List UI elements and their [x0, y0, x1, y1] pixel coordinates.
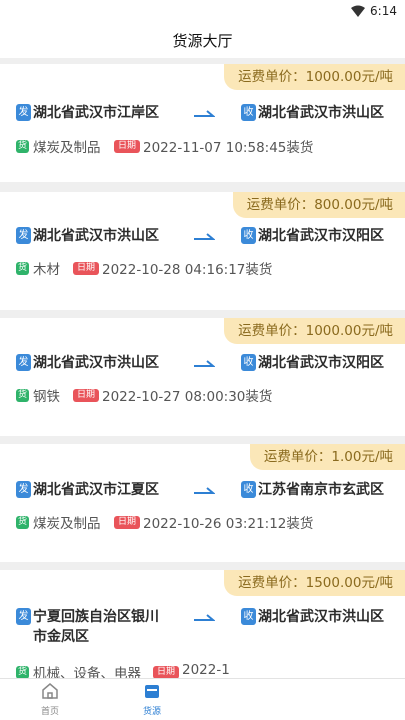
tab-home[interactable]: 首页: [20, 683, 80, 717]
price-badge: 运费单价：1.00元/吨: [249, 444, 405, 470]
goods-tag: 货: [16, 516, 29, 529]
to-tag: 收: [241, 227, 256, 244]
date-tag: 日期: [73, 389, 99, 402]
from-tag: 发: [16, 608, 31, 625]
cargo-card[interactable]: 运费单价：1500.00元/吨 发 宁夏回族自治区银川 市金凤区 收 湖北省武汉…: [0, 570, 405, 678]
date-tag: 日期: [114, 516, 140, 529]
origin-address: 宁夏回族自治区银川: [33, 609, 159, 625]
from-tag: 发: [16, 481, 31, 498]
price-badge: 运费单价：1000.00元/吨: [224, 318, 405, 344]
to-tag: 收: [241, 608, 256, 625]
destination-address: 湖北省武汉市汉阳区: [258, 228, 384, 244]
origin-address: 湖北省武汉市江夏区: [33, 482, 159, 498]
goods-tag: 货: [16, 262, 29, 275]
date-tag: 日期: [153, 666, 179, 678]
origin-address: 湖北省武汉市江岸区: [33, 105, 159, 121]
goods-type: 钢铁: [33, 389, 60, 405]
to-tag: 收: [241, 354, 256, 371]
origin-address: 湖北省武汉市洪山区: [33, 355, 159, 371]
cargo-card[interactable]: 运费单价：1000.00元/吨 发 湖北省武汉市洪山区 收 湖北省武汉市汉阳区 …: [0, 318, 405, 436]
goods-type: 机械、设备、电器: [33, 666, 141, 678]
route-arrow-icon: [194, 487, 215, 494]
goods-type: 煤炭及制品: [33, 516, 101, 532]
route-arrow-icon: [194, 360, 215, 367]
cargo-card[interactable]: 运费单价：1.00元/吨 发 湖北省武汉市江夏区 收 江苏省南京市玄武区 货 煤…: [0, 444, 405, 562]
cargo-card[interactable]: 运费单价：800.00元/吨 发 湖北省武汉市洪山区 收 湖北省武汉市汉阳区 货…: [0, 192, 405, 310]
route-arrow-icon: [194, 614, 215, 621]
tab-home-label: 首页: [40, 707, 59, 717]
price-badge: 运费单价：1000.00元/吨: [224, 64, 405, 90]
goods-type: 木材: [33, 262, 60, 278]
goods-type: 煤炭及制品: [33, 140, 101, 156]
to-tag: 收: [241, 481, 256, 498]
loading-date: 2022-11-07 10:58:45装货: [143, 140, 314, 156]
price-badge: 运费单价：1500.00元/吨: [224, 570, 405, 596]
date-tag: 日期: [114, 140, 140, 153]
from-tag: 发: [16, 354, 31, 371]
goods-tag: 货: [16, 389, 29, 402]
price-badge: 运费单价：800.00元/吨: [232, 192, 405, 218]
loading-date: 2022-1: [182, 662, 230, 678]
page-header: 货源大厅: [0, 24, 405, 58]
from-tag: 发: [16, 104, 31, 121]
home-icon: [42, 683, 58, 699]
origin-address-line2: 市金凤区: [33, 629, 89, 645]
loading-date: 2022-10-28 04:16:17装货: [102, 262, 273, 278]
bottom-tab-bar: 首页 货源: [0, 678, 405, 720]
destination-address: 江苏省南京市玄武区: [258, 482, 384, 498]
from-tag: 发: [16, 227, 31, 244]
tab-source-label: 货源: [142, 707, 161, 717]
wifi-icon: [351, 5, 365, 17]
loading-date: 2022-10-26 03:21:12装货: [143, 516, 314, 532]
destination-address: 湖北省武汉市洪山区: [258, 609, 384, 625]
origin-address: 湖北省武汉市洪山区: [33, 228, 159, 244]
route-arrow-icon: [194, 110, 215, 117]
page-title: 货源大厅: [172, 32, 233, 50]
destination-address: 湖北省武汉市洪山区: [258, 105, 384, 121]
cargo-card[interactable]: 运费单价：1000.00元/吨 发 湖北省武汉市江岸区 收 湖北省武汉市洪山区 …: [0, 64, 405, 182]
route-arrow-icon: [194, 233, 215, 240]
tab-source[interactable]: 货源: [122, 683, 182, 717]
status-bar: 6:14: [0, 0, 405, 24]
to-tag: 收: [241, 104, 256, 121]
goods-tag: 货: [16, 666, 29, 678]
status-time: 6:14: [370, 4, 397, 18]
cargo-list[interactable]: 运费单价：1000.00元/吨 发 湖北省武汉市江岸区 收 湖北省武汉市洪山区 …: [0, 58, 405, 678]
date-tag: 日期: [73, 262, 99, 275]
loading-date: 2022-10-27 08:00:30装货: [102, 389, 273, 405]
cargo-icon: [145, 685, 159, 698]
goods-tag: 货: [16, 140, 29, 153]
destination-address: 湖北省武汉市汉阳区: [258, 355, 384, 371]
